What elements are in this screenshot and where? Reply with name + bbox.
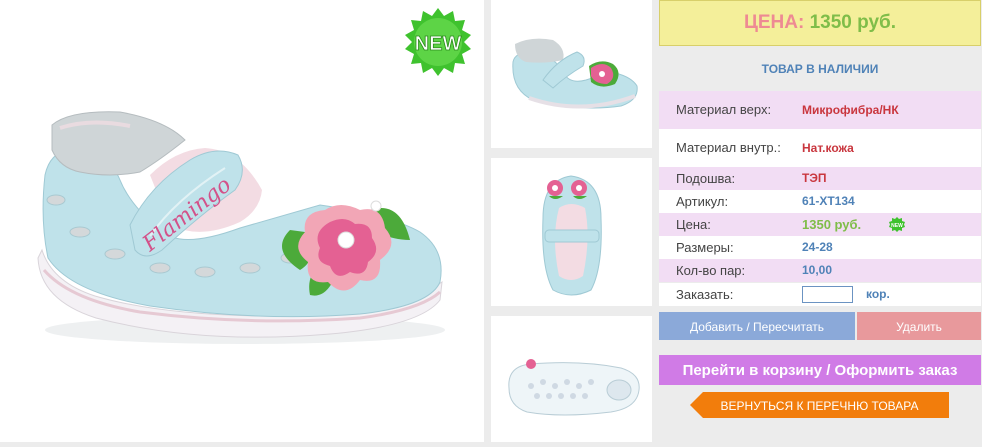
new-badge: NEW <box>405 8 471 76</box>
go-to-cart-button[interactable]: Перейти в корзину / Оформить заказ <box>659 355 981 385</box>
add-recalculate-button[interactable]: Добавить / Пересчитать <box>659 312 855 340</box>
spec-label: Подошва: <box>676 171 736 186</box>
stock-status: ТОВАР В НАЛИЧИИ <box>761 62 879 76</box>
shoe-sole-thumbnail <box>508 359 640 416</box>
spec-value: ТЭП <box>802 171 827 185</box>
price-header-label: ЦЕНА: <box>743 12 805 33</box>
new-badge-small-icon: NEW <box>889 217 905 232</box>
thumbnail-sole-view[interactable] <box>491 316 652 442</box>
spec-value: 10,00 <box>802 263 833 277</box>
order-unit: кор. <box>866 287 890 301</box>
spec-value: 61-XT134 <box>802 194 855 208</box>
order-quantity-input[interactable] <box>802 286 853 303</box>
price-header-value: 1350 руб. <box>809 12 897 33</box>
spec-label: Размеры: <box>676 240 734 255</box>
back-to-list-button[interactable]: ВЕРНУТЬСЯ К ПЕРЕЧНЮ ТОВАРА <box>690 392 949 418</box>
shoe-side-thumbnail <box>512 38 638 109</box>
price-header: ЦЕНА: 1350 руб. <box>659 0 981 46</box>
spec-row-pairs: Кол-во пар: 10,00 <box>659 259 981 282</box>
spec-row-upper-material: Материал верх: Микрофибра/НК <box>659 91 981 129</box>
main-product-image[interactable]: Flamingo NEW <box>0 0 484 442</box>
spec-row-article: Артикул: 61-XT134 <box>659 190 981 213</box>
order-row: Заказать: кор. <box>659 283 981 306</box>
product-details-panel: ЦЕНА: 1350 руб. ТОВАР В НАЛИЧИИ Материал… <box>659 0 982 442</box>
spec-label: Артикул: <box>676 194 729 209</box>
spec-row-inner-material: Материал внутр.: Нат.кожа <box>659 129 981 167</box>
spec-value: Микрофибра/НК <box>802 103 899 117</box>
spec-label: Цена: <box>676 217 711 232</box>
delete-button[interactable]: Удалить <box>857 312 981 340</box>
shoe-top-thumbnail <box>542 175 602 296</box>
spec-label: Кол-во пар: <box>676 263 746 278</box>
new-badge-label: NEW <box>415 33 462 55</box>
spec-value: Нат.кожа <box>802 141 854 155</box>
thumbnail-side-view[interactable] <box>491 0 652 148</box>
spec-value: 24-28 <box>802 240 833 254</box>
spec-row-price: Цена: 1350 руб. NEW <box>659 213 981 236</box>
thumbnail-top-view[interactable] <box>491 158 652 306</box>
spec-value: 1350 руб. <box>802 217 862 232</box>
spec-row-sole: Подошва: ТЭП <box>659 167 981 190</box>
spec-label: Материал верх: <box>676 102 772 117</box>
new-badge-small-label: NEW <box>891 223 903 229</box>
spec-label: Материал внутр.: <box>676 140 781 155</box>
spec-row-sizes: Размеры: 24-28 <box>659 236 981 259</box>
order-label: Заказать: <box>676 287 734 302</box>
